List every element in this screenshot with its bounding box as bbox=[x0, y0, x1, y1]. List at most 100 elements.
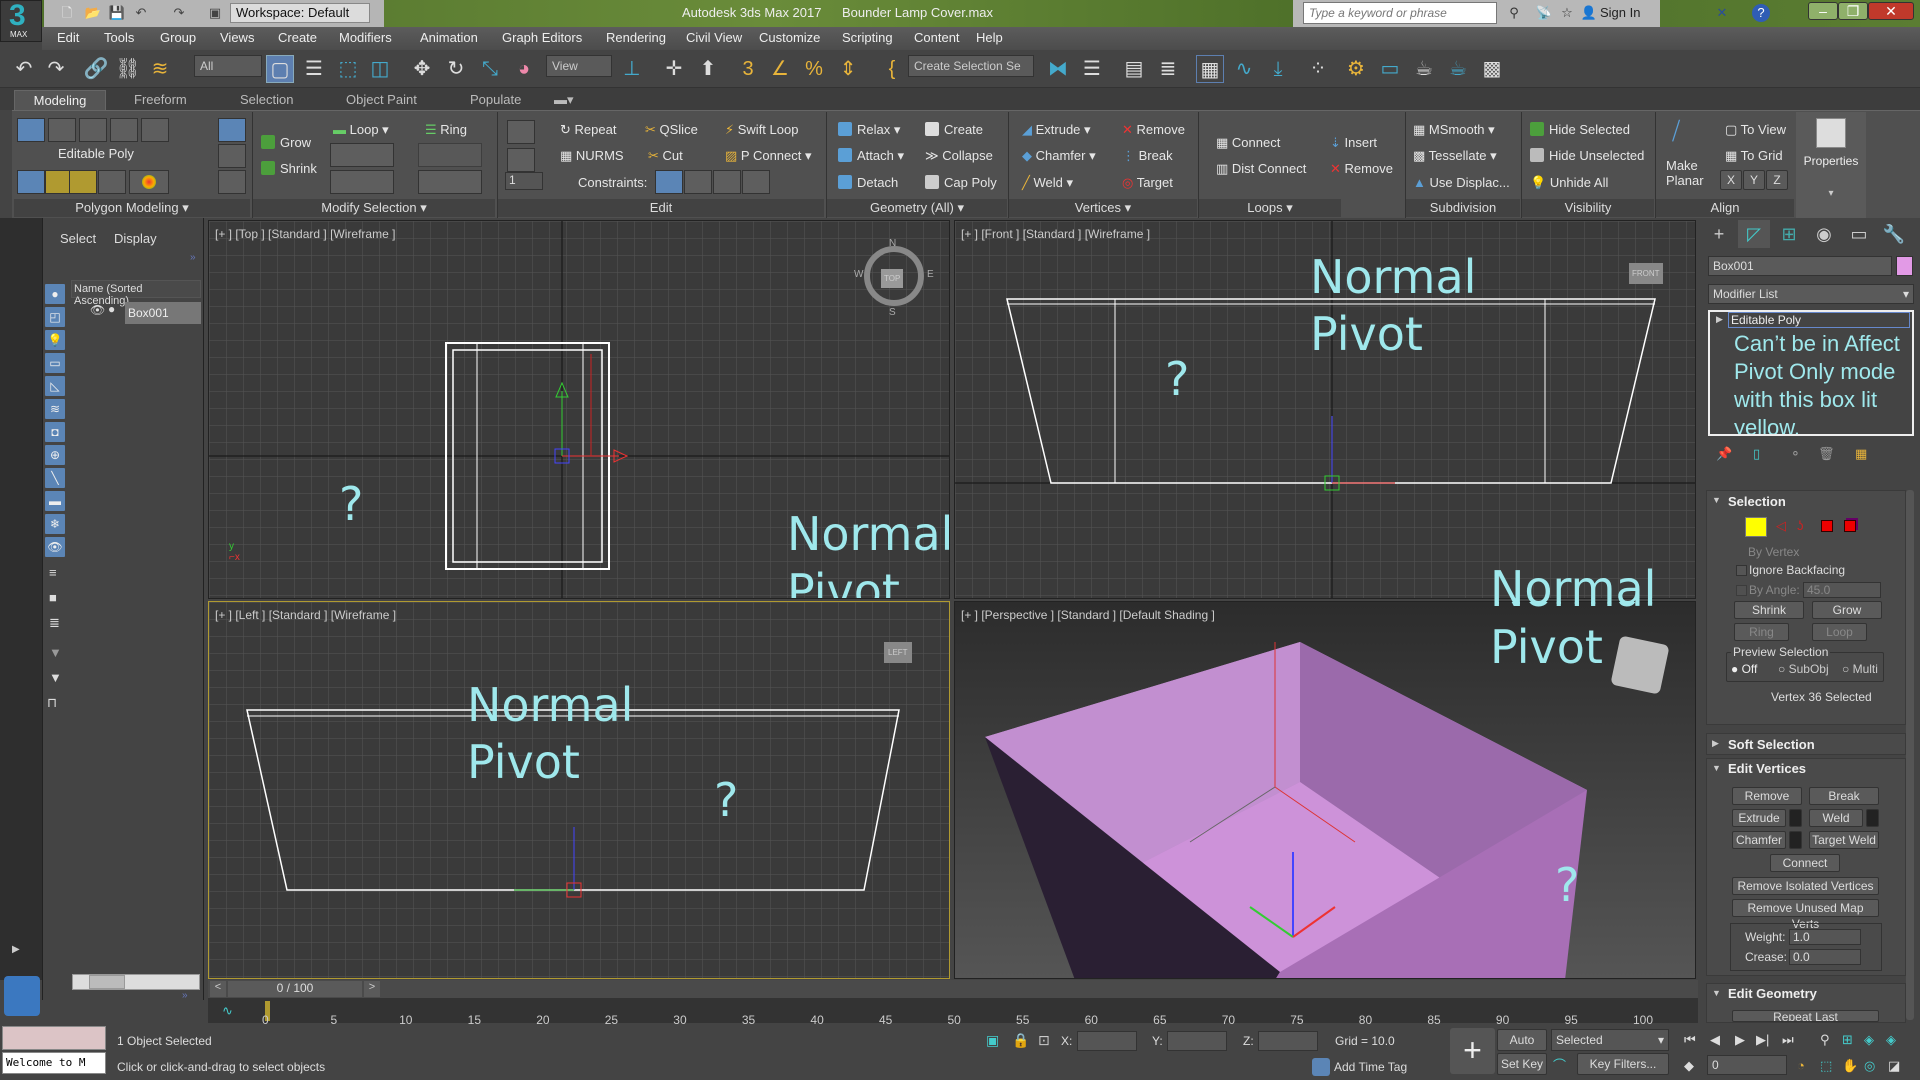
shrink-selection-button[interactable]: Shrink bbox=[1734, 601, 1804, 619]
time-configuration-icon[interactable]: ◔ bbox=[1797, 1058, 1805, 1073]
detach-button[interactable]: Detach bbox=[838, 175, 898, 190]
viewport-label[interactable]: [+ ] [Left ] [Standard ] [Wireframe ] bbox=[215, 608, 396, 622]
by-vertex-checkbox[interactable]: By Vertex bbox=[1748, 545, 1799, 559]
weight-spinner[interactable]: 1.0 bbox=[1789, 929, 1861, 945]
toggle-scene-explorer-icon[interactable]: ▦ bbox=[1196, 55, 1224, 83]
project-folder-icon[interactable]: ▣ bbox=[206, 4, 224, 22]
selection-lock-icon[interactable]: 🔒 bbox=[1012, 1032, 1029, 1049]
swift-loop-button[interactable]: ⚡ Swift Loop bbox=[725, 122, 798, 138]
panel-title-edit[interactable]: Edit bbox=[498, 199, 824, 217]
viewport-label[interactable]: [+ ] [Top ] [Standard ] [Wireframe ] bbox=[215, 227, 395, 241]
scene-explorer-tab-display[interactable]: Display bbox=[114, 231, 157, 246]
preview-subobj-radio[interactable]: ○ SubObj bbox=[1778, 662, 1829, 676]
display-tab-icon[interactable]: ▭ bbox=[1843, 220, 1875, 248]
maxscript-listener-input[interactable] bbox=[2, 1026, 106, 1050]
weld-button[interactable]: Weld bbox=[1809, 809, 1863, 827]
align-icon[interactable]: ☰ bbox=[1078, 55, 1106, 83]
preview-off-radio[interactable]: ● Off bbox=[1731, 662, 1757, 676]
go-to-end-icon[interactable]: ⏭ bbox=[1782, 1032, 1794, 1048]
binoculars-search-icon[interactable]: ⚲ bbox=[1505, 4, 1523, 22]
remove-isolated-vertices-button[interactable]: Remove Isolated Vertices bbox=[1732, 877, 1879, 895]
isolate-selection-icon[interactable]: ▣ bbox=[986, 1032, 999, 1049]
edit-vertices-title[interactable]: Edit Vertices bbox=[1728, 761, 1806, 776]
undo-icon[interactable]: ↶ bbox=[10, 55, 38, 83]
remove-loop-button[interactable]: ✕ Remove bbox=[1330, 161, 1393, 177]
app-menu-button[interactable]: 3 MAX bbox=[0, 0, 42, 42]
scene-explorer-tab-select[interactable]: Select bbox=[60, 231, 96, 246]
by-angle-button[interactable] bbox=[69, 170, 97, 194]
border-subobject-button[interactable] bbox=[79, 118, 107, 142]
next-frame-icon[interactable]: ▶| bbox=[1756, 1032, 1769, 1048]
viewport-label[interactable]: [+ ] [Perspective ] [Standard ] [Default… bbox=[961, 608, 1215, 622]
go-to-start-icon[interactable]: ⏮ bbox=[1684, 1032, 1696, 1048]
loop-button[interactable]: ▬ Loop ▾ bbox=[333, 122, 389, 138]
display-space-warps-icon[interactable]: ≋ bbox=[45, 399, 65, 419]
utilities-tab-icon[interactable]: 🔧 bbox=[1878, 220, 1910, 248]
viewcube-face-left[interactable]: LEFT bbox=[884, 642, 912, 663]
grow-loop-button[interactable] bbox=[330, 143, 394, 167]
percent-snap-icon[interactable]: % bbox=[800, 55, 828, 83]
key-mode-dropdown[interactable]: Selected ▾ bbox=[1551, 1029, 1669, 1051]
spinner-snap-icon[interactable]: ⇕ bbox=[834, 55, 862, 83]
ribbon-options-icon[interactable]: ▬▾ bbox=[554, 92, 574, 108]
unhide-all-button[interactable]: 💡 Unhide All bbox=[1530, 175, 1608, 191]
y-coord-field[interactable] bbox=[1167, 1031, 1227, 1051]
expand-explorer-icon[interactable]: » bbox=[182, 990, 188, 1001]
menu-tools[interactable]: Tools bbox=[104, 30, 134, 45]
redo-icon[interactable]: ↷ bbox=[170, 4, 188, 22]
tab-modeling[interactable]: Modeling bbox=[14, 90, 106, 110]
pivot-center-icon[interactable]: ⊥ bbox=[618, 55, 646, 83]
display-cameras-icon[interactable]: ▭ bbox=[45, 353, 65, 373]
material-editor-icon[interactable]: ⁘ bbox=[1304, 55, 1332, 83]
absolute-mode-icon[interactable]: ⊡ bbox=[1038, 1032, 1050, 1049]
pan-view-icon[interactable]: ✋ bbox=[1842, 1058, 1858, 1074]
menu-help[interactable]: Help bbox=[976, 30, 1003, 45]
create-button[interactable]: Create bbox=[925, 122, 983, 137]
ring-mode-button[interactable] bbox=[418, 170, 482, 194]
ring-button[interactable]: ☰ Ring bbox=[425, 122, 467, 138]
rectangular-selection-icon[interactable]: ⬚ bbox=[334, 55, 362, 83]
search-input[interactable]: Type a keyword or phrase bbox=[1303, 2, 1497, 24]
viewport-layout-button[interactable] bbox=[4, 976, 40, 1016]
layer-explorer-icon[interactable]: ▤ bbox=[1120, 55, 1148, 83]
stack-item-editable-poly[interactable]: Editable Poly bbox=[1728, 312, 1910, 328]
placement-icon[interactable]: ◕ bbox=[510, 55, 538, 83]
mirror-icon[interactable]: ⧓ bbox=[1044, 55, 1072, 83]
render-in-cloud-icon[interactable]: ▩ bbox=[1478, 55, 1506, 83]
chamfer-button[interactable]: Chamfer bbox=[1732, 831, 1786, 849]
time-slider-next[interactable]: > bbox=[364, 981, 380, 997]
element-subobject-button[interactable] bbox=[141, 118, 169, 142]
properties-panel-button[interactable]: Properties ▾ bbox=[1796, 112, 1866, 218]
make-planar-button[interactable]: Make Planar bbox=[1666, 158, 1704, 188]
zoom-extents-icon[interactable]: ◈ bbox=[1864, 1032, 1874, 1048]
display-all-icon[interactable]: ≡ bbox=[49, 565, 57, 580]
use-displace-button[interactable]: ▲ Use Displac... bbox=[1413, 175, 1510, 190]
previous-frame-icon[interactable]: ◀ bbox=[1710, 1032, 1720, 1048]
menu-group[interactable]: Group bbox=[160, 30, 196, 45]
layers-icon[interactable]: ⊓ bbox=[47, 695, 57, 711]
panel-title-polygon-modeling[interactable]: Polygon Modeling ▾ bbox=[14, 199, 250, 217]
loop-selection-button[interactable]: Loop bbox=[1812, 623, 1867, 641]
constraint-none-button[interactable] bbox=[655, 170, 683, 194]
filter-settings-icon[interactable]: ▼ bbox=[49, 645, 62, 660]
break-button[interactable]: Break bbox=[1809, 787, 1879, 805]
msmooth-button[interactable]: ▦ MSmooth ▾ bbox=[1413, 122, 1495, 138]
key-filters-button[interactable]: Key Filters... bbox=[1577, 1053, 1669, 1075]
attach-button[interactable]: Attach ▾ bbox=[838, 148, 904, 164]
select-manipulate-icon[interactable]: ✛ bbox=[660, 55, 688, 83]
restore-button[interactable]: ❐ bbox=[1838, 2, 1868, 20]
grow-ring-button[interactable] bbox=[418, 143, 482, 167]
menu-modifiers[interactable]: Modifiers bbox=[339, 30, 392, 45]
relax-button[interactable]: Relax ▾ bbox=[838, 122, 900, 138]
vertex-subobject-button[interactable] bbox=[17, 118, 45, 142]
preserve-uvs-button[interactable] bbox=[507, 120, 535, 144]
rollout-collapse-icon[interactable]: ▼ bbox=[1712, 495, 1721, 505]
remove-button[interactable]: Remove bbox=[1732, 787, 1802, 805]
display-lights-icon[interactable]: 💡 bbox=[45, 330, 65, 350]
show-end-result-button[interactable] bbox=[218, 118, 246, 142]
connect-button[interactable]: ▦ Connect bbox=[1216, 135, 1280, 151]
viewport-perspective[interactable]: [+ ] [Perspective ] [Standard ] [Default… bbox=[954, 601, 1696, 979]
pin-stack-button[interactable] bbox=[218, 144, 246, 168]
make-unique-icon[interactable]: ⚬ bbox=[1790, 446, 1801, 462]
viewcube-3d[interactable] bbox=[1610, 635, 1670, 695]
